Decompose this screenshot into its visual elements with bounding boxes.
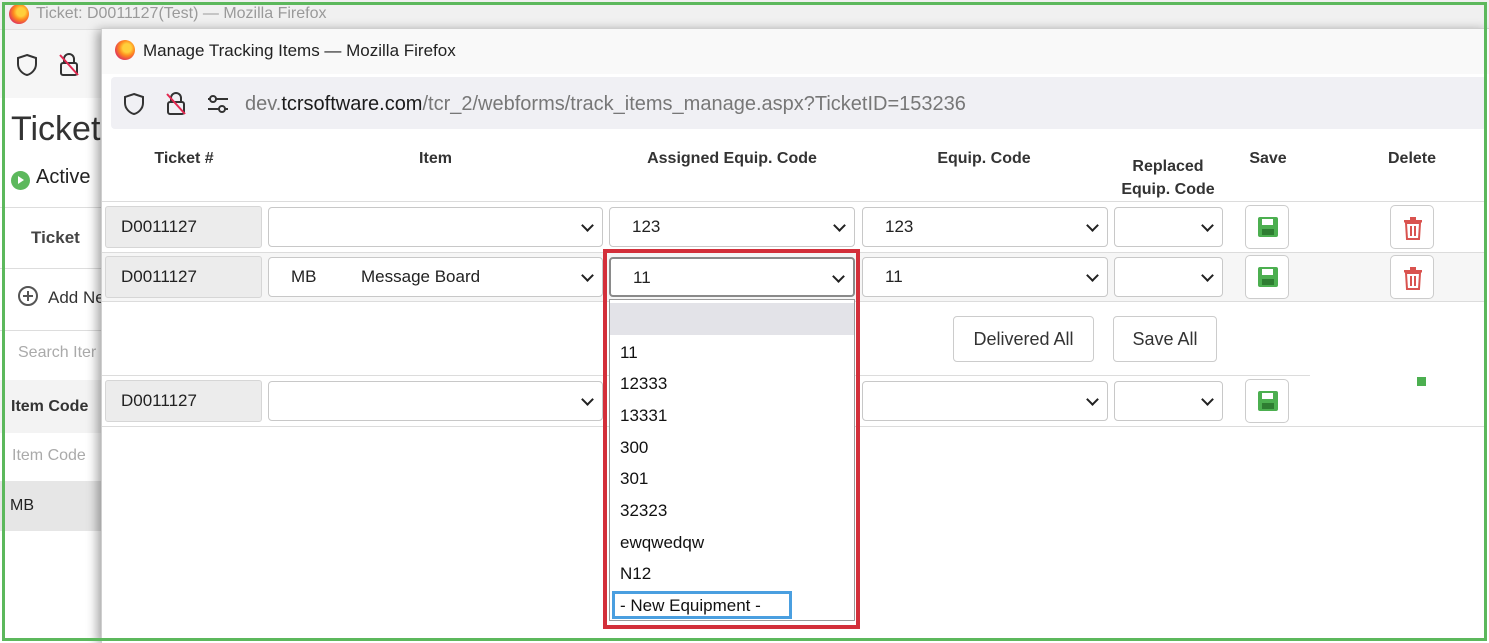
lock-off-icon[interactable]	[58, 53, 80, 77]
column-header-delete: Delete	[1387, 150, 1437, 167]
status-indicator-icon	[1417, 377, 1426, 386]
permissions-icon[interactable]	[206, 94, 230, 114]
item-code-filter-input[interactable]: Item Code	[12, 447, 86, 465]
search-input[interactable]: Search Iter	[18, 344, 96, 362]
equip-code-select[interactable]: 123	[862, 207, 1108, 247]
equip-code-select[interactable]: 11	[862, 257, 1108, 297]
save-row-button[interactable]	[1245, 255, 1289, 299]
url-path: /tcr_2/webforms/track_items_manage.aspx?…	[422, 93, 966, 115]
column-header-replaced-line1: Replaced	[1132, 158, 1204, 175]
item-code-column-header[interactable]: Item Code	[0, 380, 110, 433]
trash-icon	[1404, 217, 1422, 240]
url-domain: tcrsoftware.com	[281, 93, 423, 115]
add-new-button[interactable]: Add Ne	[48, 288, 105, 308]
url-text[interactable]: dev.tcrsoftware.com/tcr_2/webforms/track…	[245, 93, 966, 116]
background-toolbar	[0, 30, 110, 98]
header-divider	[102, 201, 1487, 202]
item-select[interactable]	[268, 207, 603, 247]
chevron-down-icon	[581, 219, 594, 232]
chevron-down-icon	[1201, 269, 1214, 282]
equip-code-select[interactable]	[862, 381, 1108, 421]
firefox-logo-icon	[115, 40, 135, 60]
chevron-down-icon	[581, 393, 594, 406]
status-text: Active	[36, 166, 91, 188]
delete-row-button[interactable]	[1390, 205, 1434, 249]
dropdown-option[interactable]: N12	[610, 557, 854, 589]
delete-row-button[interactable]	[1390, 255, 1434, 299]
item-select[interactable]	[268, 381, 603, 421]
url-bar[interactable]: dev.tcrsoftware.com/tcr_2/webforms/track…	[111, 77, 1487, 129]
chevron-down-icon	[1086, 219, 1099, 232]
assigned-equip-code-value: 11	[633, 268, 651, 287]
item-code-cell: MB	[10, 497, 34, 514]
ticket-number-cell: D0011127	[105, 380, 262, 422]
column-header-replaced-line2: Equip. Code	[1121, 181, 1215, 198]
column-header-save: Save	[1249, 150, 1287, 167]
popup-window-title: Manage Tracking Items — Mozilla Firefox	[143, 41, 456, 60]
background-window-title: Ticket: D0011127(Test) — Mozilla Firefox	[36, 5, 327, 22]
trash-icon	[1404, 267, 1422, 290]
item-code-value: MB	[291, 267, 317, 286]
lock-off-icon[interactable]	[165, 92, 187, 116]
save-row-button[interactable]	[1245, 205, 1289, 249]
assigned-equip-code-value: 123	[632, 217, 661, 236]
column-header-assigned-equip-code: Assigned Equip. Code	[647, 150, 817, 167]
active-status-icon	[11, 171, 30, 190]
table-row[interactable]: MB	[0, 481, 110, 531]
dropdown-option[interactable]: 32323	[610, 494, 854, 526]
replaced-equip-code-select[interactable]	[1114, 207, 1223, 247]
chevron-down-icon	[833, 219, 846, 232]
ticket-number-cell: D0011127	[105, 206, 262, 248]
popup-titlebar: Manage Tracking Items — Mozilla Firefox	[102, 29, 1489, 74]
save-all-button[interactable]: Save All	[1113, 316, 1217, 362]
column-header-equip-code: Equip. Code	[937, 150, 1031, 167]
chevron-down-icon	[832, 270, 845, 283]
divider	[0, 330, 110, 331]
delivered-all-button[interactable]: Delivered All	[953, 316, 1094, 362]
replaced-equip-code-select[interactable]	[1114, 257, 1223, 297]
divider	[0, 207, 110, 208]
column-header-item: Item	[419, 150, 452, 167]
page-title: Ticket	[11, 110, 101, 148]
item-name-value: Message Board	[361, 267, 481, 286]
dropdown-option[interactable]: ewqwedqw	[610, 526, 854, 558]
save-row-button[interactable]	[1245, 379, 1289, 423]
dropdown-option[interactable]: 301	[610, 462, 854, 494]
chevron-down-icon	[1086, 269, 1099, 282]
dropdown-option[interactable]: 12333	[610, 367, 854, 399]
column-header-ticket: Ticket #	[154, 150, 214, 167]
url-prefix: dev.	[245, 93, 282, 115]
ticket-number-cell: D0011127	[105, 256, 262, 298]
item-select[interactable]: MB Message Board	[268, 257, 603, 297]
chevron-down-icon	[1086, 393, 1099, 406]
divider	[0, 268, 110, 269]
dropdown-option[interactable]	[610, 303, 854, 335]
replaced-equip-code-select[interactable]	[1114, 381, 1223, 421]
new-equipment-option[interactable]: - New Equipment -	[612, 591, 792, 619]
floppy-disk-icon	[1258, 391, 1278, 411]
shield-icon[interactable]	[123, 92, 145, 116]
add-circle-icon[interactable]	[18, 286, 38, 306]
dropdown-option[interactable]: 11	[610, 336, 854, 368]
assigned-equip-code-dropdown-list[interactable]: 11 12333 13331 300 301 32323 ewqwedqw N1…	[609, 299, 855, 621]
shield-icon[interactable]	[16, 53, 38, 77]
chevron-down-icon	[1201, 393, 1214, 406]
equip-code-value: 123	[885, 217, 914, 236]
dropdown-option[interactable]: 13331	[610, 399, 854, 431]
chevron-down-icon	[1201, 219, 1214, 232]
assigned-equip-code-select[interactable]: 123	[609, 207, 855, 247]
floppy-disk-icon	[1258, 217, 1278, 237]
dropdown-option[interactable]: 300	[610, 431, 854, 463]
firefox-logo-icon	[9, 4, 29, 24]
assigned-equip-code-select[interactable]: 11	[609, 257, 855, 297]
floppy-disk-icon	[1258, 267, 1278, 287]
background-window-titlebar: Ticket: D0011127(Test) — Mozilla Firefox	[0, 0, 1489, 30]
chevron-down-icon	[581, 269, 594, 282]
item-code-header-label: Item Code	[11, 398, 89, 415]
tab-ticket[interactable]: Ticket	[31, 228, 80, 248]
equip-code-value: 11	[885, 267, 903, 286]
